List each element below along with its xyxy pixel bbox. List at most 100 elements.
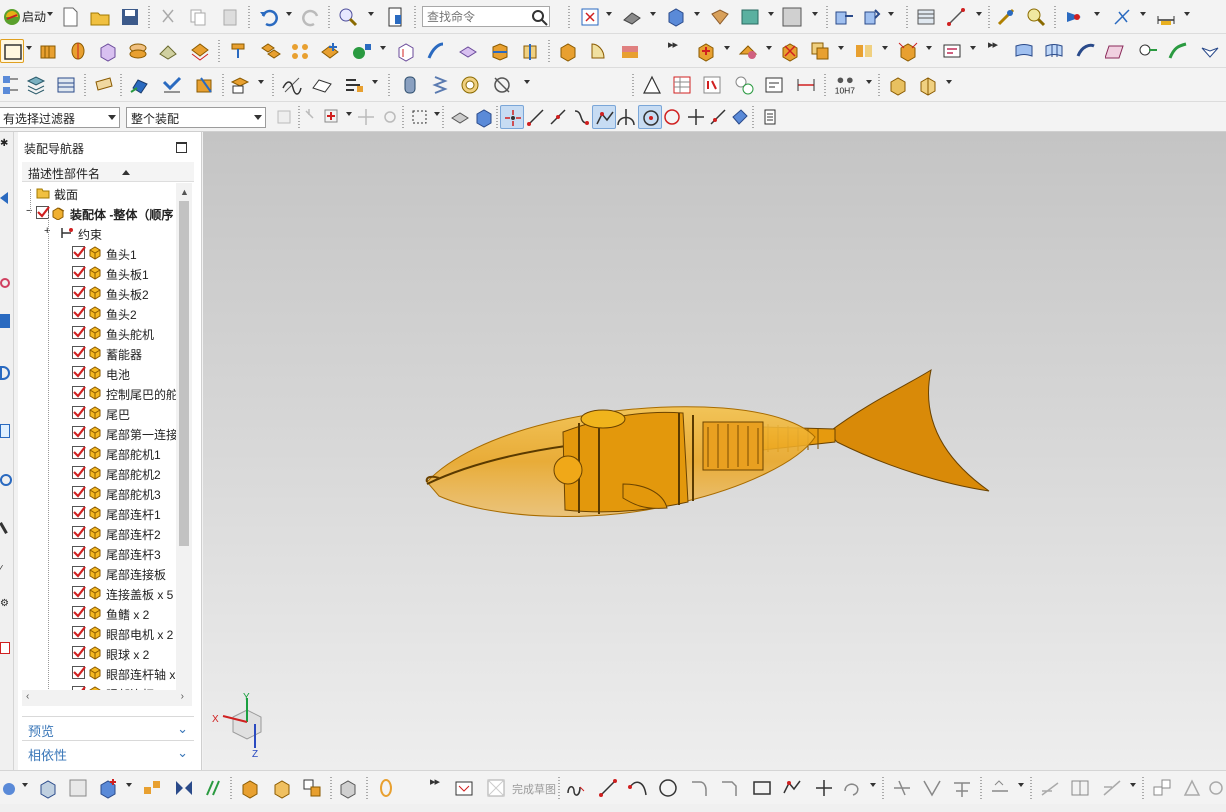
sweep-icon[interactable]	[424, 39, 448, 63]
wrap-assembly-icon[interactable]	[192, 73, 216, 97]
pattern-feature-icon[interactable]	[226, 39, 250, 63]
gear-icon[interactable]: ✱	[0, 138, 8, 149]
analysis-icon[interactable]	[994, 5, 1018, 29]
replace-dropdown-arrow[interactable]	[838, 46, 844, 50]
visibility-checkbox[interactable]	[72, 546, 86, 559]
snap-bounded-grid-icon[interactable]	[728, 105, 752, 129]
background-dropdown-arrow[interactable]	[768, 12, 774, 16]
tolerance-dropdown-arrow[interactable]	[866, 80, 872, 84]
infer-constraints-icon[interactable]	[1204, 776, 1226, 800]
dimension-dropdown-arrow[interactable]	[1184, 12, 1190, 16]
tree-row[interactable]: + 约束	[22, 223, 176, 243]
constraints-dropdown-arrow[interactable]	[1018, 783, 1024, 787]
snap-intersection-icon[interactable]	[614, 105, 638, 129]
new-component-dropdown-arrow[interactable]	[126, 783, 132, 787]
datum-icon[interactable]	[350, 39, 374, 63]
offset-surface-icon[interactable]	[1104, 39, 1128, 63]
constraint-navigator-tab-icon[interactable]	[0, 278, 10, 288]
visibility-checkbox[interactable]	[72, 386, 86, 399]
snap-line-icon[interactable]	[524, 105, 548, 129]
tree-row[interactable]: 电池	[22, 363, 176, 383]
tree-row[interactable]: 蓄能器	[22, 343, 176, 363]
quick-trim-icon[interactable]	[890, 776, 914, 800]
no-fastener-icon[interactable]	[490, 73, 514, 97]
dimension-icon[interactable]	[1154, 5, 1178, 29]
manufacturing-wizards-tab-icon[interactable]: ⚙	[0, 598, 9, 609]
shell-icon[interactable]	[394, 39, 418, 63]
sketch-task-icon[interactable]	[0, 776, 24, 800]
tree-row[interactable]: 尾部舵机3	[22, 483, 176, 503]
split-body-icon[interactable]	[518, 39, 542, 63]
add-component-icon[interactable]	[694, 39, 718, 63]
mirror-components-icon[interactable]	[172, 776, 196, 800]
tree-row[interactable]: 眼部连杆轴 x 4	[22, 663, 176, 683]
scroll-right-arrow-icon[interactable]: ›	[181, 691, 184, 702]
cut-icon[interactable]	[156, 5, 180, 29]
circle-icon[interactable]	[656, 776, 680, 800]
cylinder-part-icon[interactable]	[398, 73, 422, 97]
visibility-checkbox[interactable]	[72, 426, 86, 439]
visibility-checkbox[interactable]	[72, 346, 86, 359]
scroll-up-arrow-icon[interactable]: ▲	[180, 187, 189, 197]
tree-row[interactable]: 鱼头1	[22, 243, 176, 263]
visibility-checkbox[interactable]	[72, 446, 86, 459]
snap-list-icon[interactable]	[758, 105, 782, 129]
trim-sheet-icon[interactable]	[1136, 39, 1160, 63]
open-folder-icon[interactable]	[88, 5, 112, 29]
select-move-icon[interactable]	[354, 105, 378, 129]
snap-point-on-face-icon[interactable]	[706, 105, 730, 129]
reuse-library-tab-icon[interactable]	[0, 366, 10, 380]
product-outline-icon[interactable]	[238, 776, 262, 800]
extrude-icon[interactable]	[36, 39, 60, 63]
snap-endpoint-icon[interactable]	[500, 105, 524, 129]
trim-body-icon[interactable]	[488, 39, 512, 63]
trim-component-icon[interactable]	[202, 776, 226, 800]
assembly-constraint-icon[interactable]	[736, 39, 760, 63]
assembly-navigator-icon[interactable]	[0, 73, 24, 97]
visibility-checkbox[interactable]	[72, 506, 86, 519]
select-bodies-icon[interactable]	[472, 105, 496, 129]
move-component-icon[interactable]	[778, 39, 802, 63]
tree-row[interactable]: 鱼头2	[22, 303, 176, 323]
curve-analysis-icon[interactable]	[280, 73, 304, 97]
visibility-checkbox[interactable]	[72, 606, 86, 619]
tree-row[interactable]: 眼部电机 x 2	[22, 623, 176, 643]
tree-row[interactable]: 连接盖板 x 5	[22, 583, 176, 603]
select-settings-icon[interactable]	[378, 105, 402, 129]
new-component-icon[interactable]	[96, 776, 120, 800]
finder-dropdown-arrow[interactable]	[368, 12, 374, 16]
visibility-checkbox[interactable]	[72, 526, 86, 539]
clip-icon[interactable]	[374, 776, 398, 800]
tree-row[interactable]: 尾部连杆1	[22, 503, 176, 523]
mirror-assembly-icon[interactable]	[852, 39, 876, 63]
visibility-checkbox[interactable]	[72, 586, 86, 599]
snap-dropdown-arrow[interactable]	[1094, 12, 1100, 16]
system-materials-tab-icon[interactable]	[0, 522, 8, 534]
undo-icon[interactable]	[256, 5, 280, 29]
type-filter-select[interactable]: 有选择过滤器	[0, 107, 120, 128]
assembly-load-icon[interactable]	[36, 776, 60, 800]
line-icon[interactable]	[596, 776, 620, 800]
tree-row[interactable]: 尾部连杆2	[22, 523, 176, 543]
section-analysis-icon[interactable]	[342, 73, 366, 97]
visibility-checkbox[interactable]	[72, 306, 86, 319]
sew-icon[interactable]	[1198, 39, 1222, 63]
fit-view-icon[interactable]	[578, 5, 602, 29]
general-selection-icon[interactable]	[272, 105, 296, 129]
start-menu-button[interactable]: 启动	[22, 8, 46, 25]
tree-row[interactable]: 尾部第一连接板	[22, 423, 176, 443]
snap-point-icon[interactable]	[1062, 5, 1086, 29]
touch-mode-icon[interactable]	[384, 5, 408, 29]
explode-view-icon[interactable]	[896, 39, 920, 63]
triangle-icon[interactable]	[640, 73, 664, 97]
geometric-constraints-icon[interactable]	[1038, 776, 1062, 800]
sketch-plane-icon[interactable]	[452, 776, 476, 800]
offset-face-icon[interactable]	[456, 39, 480, 63]
vertical-scrollbar[interactable]: ▲	[176, 183, 192, 693]
assembly-table-icon[interactable]	[914, 5, 938, 29]
shaded-view-icon[interactable]	[708, 5, 732, 29]
attributes-icon[interactable]	[92, 73, 116, 97]
graphics-window[interactable]: Y X Z	[203, 132, 1226, 770]
revolve-icon[interactable]	[66, 39, 90, 63]
visibility-checkbox[interactable]	[72, 406, 86, 419]
